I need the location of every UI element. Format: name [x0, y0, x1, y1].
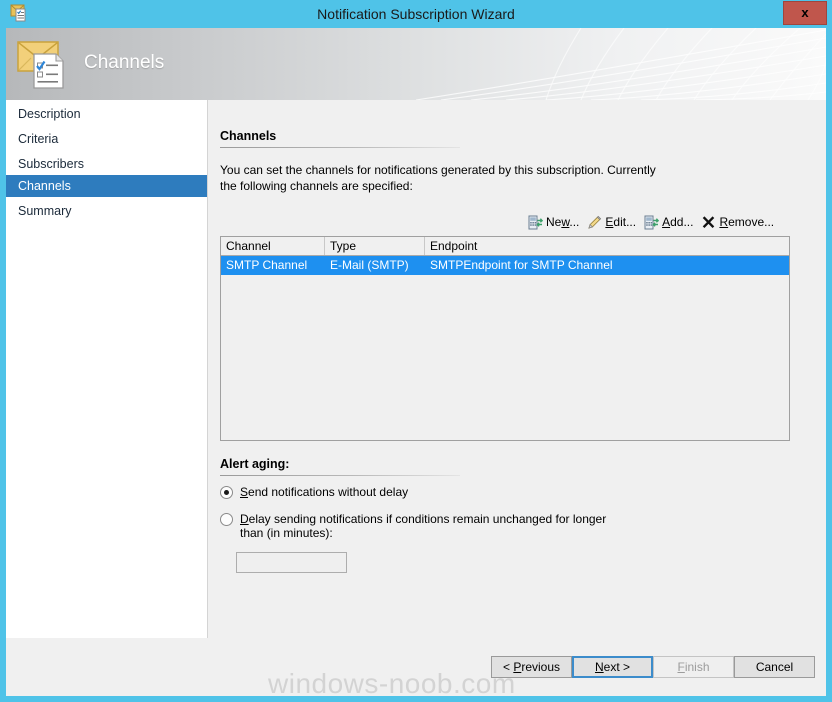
- wizard-banner: Channels: [6, 28, 826, 100]
- radio-delay-sending-indicator: [220, 513, 233, 526]
- column-header-type[interactable]: Type: [325, 237, 425, 255]
- next-button[interactable]: Next >: [572, 656, 653, 678]
- sidebar-item-criteria[interactable]: Criteria: [6, 128, 207, 150]
- page-title-divider: [220, 147, 460, 148]
- wizard-step-sidebar: Description Criteria Subscribers Channel…: [6, 100, 208, 638]
- radio-send-without-delay-label: Send notifications without delay: [240, 485, 409, 499]
- column-header-endpoint[interactable]: Endpoint: [425, 237, 789, 255]
- add-channel-button[interactable]: Add...: [642, 212, 699, 232]
- add-channel-icon: [644, 215, 660, 229]
- channels-list[interactable]: Channel Type Endpoint SMTP Channel E-Mai…: [220, 236, 790, 441]
- new-channel-button[interactable]: New...: [526, 212, 585, 232]
- channels-list-header: Channel Type Endpoint: [221, 237, 789, 256]
- new-channel-label: New...: [546, 215, 580, 229]
- cancel-button[interactable]: Cancel: [734, 656, 815, 678]
- edit-channel-label: Edit...: [605, 215, 637, 229]
- page-title: Channels: [220, 129, 277, 143]
- envelope-checklist-icon: [17, 41, 64, 89]
- finish-button: Finish: [653, 656, 734, 678]
- wizard-body: Description Criteria Subscribers Channel…: [6, 100, 826, 638]
- radio-send-without-delay[interactable]: Send notifications without delay: [220, 485, 620, 499]
- remove-x-icon: [703, 215, 715, 228]
- column-header-channel[interactable]: Channel: [221, 237, 325, 255]
- banner-mesh-decoration: [415, 28, 826, 100]
- add-channel-label: Add...: [662, 215, 694, 229]
- delay-minutes-input[interactable]: [236, 552, 347, 573]
- new-channel-icon: [528, 215, 543, 229]
- edit-channel-button[interactable]: Edit...: [585, 212, 642, 232]
- sidebar-item-subscribers[interactable]: Subscribers: [6, 153, 207, 175]
- cell-endpoint: SMTPEndpoint for SMTP Channel: [430, 258, 613, 272]
- wizard-content-pane: Channels You can set the channels for no…: [208, 100, 826, 638]
- title-bar: Notification Subscription Wizard x: [0, 0, 832, 28]
- sidebar-item-description[interactable]: Description: [6, 103, 207, 125]
- cell-channel: SMTP Channel: [226, 258, 308, 272]
- sidebar-item-channels[interactable]: Channels: [6, 175, 207, 197]
- remove-channel-button[interactable]: Remove...: [699, 212, 780, 232]
- cell-type: E-Mail (SMTP): [330, 258, 409, 272]
- radio-delay-sending[interactable]: Delay sending notifications if condition…: [220, 512, 620, 540]
- radio-delay-sending-label: Delay sending notifications if condition…: [240, 512, 607, 540]
- alert-aging-divider: [220, 475, 460, 476]
- close-button[interactable]: x: [783, 1, 827, 25]
- pencil-icon: [588, 215, 602, 229]
- page-description: You can set the channels for notificatio…: [220, 163, 656, 193]
- previous-button[interactable]: < Previous: [491, 656, 572, 678]
- radio-send-without-delay-indicator: [220, 486, 233, 499]
- wizard-window: Notification Subscription Wizard x Chann…: [0, 0, 832, 702]
- window-title: Notification Subscription Wizard: [317, 6, 515, 22]
- alert-aging-title: Alert aging:: [220, 457, 290, 471]
- sidebar-item-summary[interactable]: Summary: [6, 200, 207, 222]
- table-row[interactable]: SMTP Channel E-Mail (SMTP) SMTPEndpoint …: [221, 256, 789, 275]
- banner-heading: Channels: [84, 52, 165, 73]
- channels-toolbar: New... Edit... Add... Remove...: [526, 212, 780, 232]
- remove-channel-label: Remove...: [719, 215, 775, 229]
